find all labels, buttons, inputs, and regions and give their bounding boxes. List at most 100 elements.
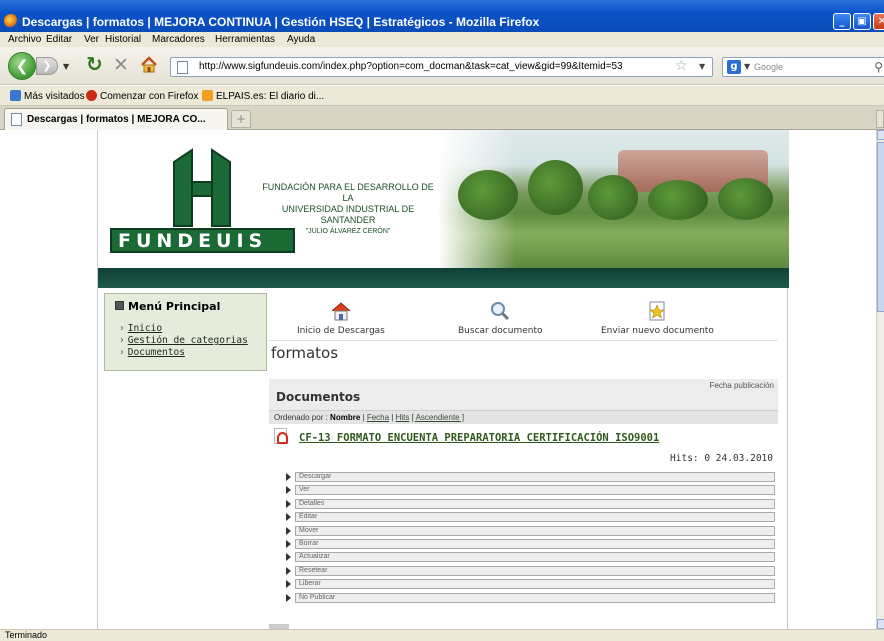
close-button[interactable]: ✕ — [873, 13, 884, 30]
reload-button[interactable]: ↻ — [86, 54, 103, 74]
sort-by-fecha[interactable]: Fecha — [367, 413, 389, 422]
foundation-line-3: "JULIO ÁLVAREZ CERÓN" — [305, 228, 391, 235]
quicklink-enviar-documento[interactable]: Enviar nuevo documento — [601, 300, 714, 336]
maximize-button[interactable]: ▣ — [853, 13, 871, 30]
sort-prefix: Ordenado por : — [274, 413, 328, 422]
history-dropdown-icon[interactable]: ▼ — [63, 62, 69, 71]
menu-item-inicio[interactable]: Inicio — [119, 323, 248, 335]
page-container: FUNDEUIS FUNDACIÓN PARA EL DESARROLLO DE… — [97, 130, 789, 629]
arrow-right-icon — [286, 473, 291, 481]
date-header: Fecha publicación — [709, 381, 774, 390]
page-icon — [11, 113, 22, 126]
action-no-publicar[interactable]: No Publicar — [286, 592, 778, 605]
action-label[interactable]: Descargar — [295, 472, 775, 482]
window-titlebar: Descargas | formatos | MEJORA CONTINUA |… — [0, 0, 884, 32]
search-placeholder[interactable]: Google — [754, 62, 783, 72]
action-detalles[interactable]: Detalles — [286, 498, 778, 511]
rss-feed-icon — [202, 90, 213, 101]
home-button[interactable] — [140, 56, 158, 74]
action-ver[interactable]: Ver — [286, 484, 778, 497]
status-text: Terminado — [5, 630, 48, 640]
document-hits: Hits: 0 24.03.2010 — [670, 453, 773, 464]
action-label[interactable]: Resetear — [295, 565, 775, 576]
url-text[interactable]: http://www.sigfundeuis.com/index.php?opt… — [199, 61, 623, 72]
menu-item-gestion-categorias[interactable]: Gestión de categorias — [119, 335, 248, 347]
action-editar[interactable]: Editar — [286, 511, 778, 524]
google-engine-icon[interactable]: g — [727, 60, 741, 74]
quicklink-label: Buscar documento — [458, 326, 543, 336]
quicklink-inicio-descargas[interactable]: Inicio de Descargas — [297, 300, 385, 336]
arrow-right-icon — [286, 499, 291, 508]
sort-order-toggle[interactable]: [ Ascendiente ] — [412, 413, 464, 422]
tab-descargas[interactable]: Descargas | formatos | MEJORA CO... — [4, 108, 228, 130]
url-dropdown-icon[interactable]: ▼ — [699, 62, 705, 71]
quicklink-label: Inicio de Descargas — [297, 326, 385, 336]
menu-historial[interactable]: Historial — [105, 34, 141, 45]
forward-button[interactable]: ❯ — [36, 57, 58, 75]
bookmark-elpais[interactable]: ELPAIS.es: El diario di... — [202, 90, 324, 102]
menu-marcadores[interactable]: Marcadores — [152, 34, 205, 45]
bookmark-star-icon[interactable]: ☆ — [675, 58, 688, 74]
menu-ver[interactable]: Ver — [84, 34, 99, 45]
document-link[interactable]: CF-13 FORMATO ENCUENTA PREPARATORIA CERT… — [299, 432, 659, 444]
action-label[interactable]: Ver — [295, 485, 775, 496]
search-bar[interactable]: g ▼ Google ⚲ — [722, 57, 884, 77]
logo-text: FUNDEUIS — [118, 230, 268, 252]
arrow-right-icon — [286, 539, 291, 548]
action-liberar[interactable]: Liberar — [286, 578, 778, 591]
minimize-button[interactable]: _ — [833, 13, 851, 30]
action-label[interactable]: Mover — [295, 525, 775, 536]
tree-shape — [718, 178, 773, 220]
sort-by-hits[interactable]: Hits — [396, 413, 410, 422]
bookmark-mas-visitados[interactable]: Más visitados — [10, 90, 85, 102]
search-icon[interactable]: ⚲ — [874, 60, 883, 74]
action-borrar[interactable]: Borrar — [286, 538, 778, 551]
menu-ayuda[interactable]: Ayuda — [287, 34, 315, 45]
action-descargar[interactable]: Descargar — [286, 471, 778, 484]
sort-bar: Ordenado por : Nombre | Fecha | Hits [ A… — [269, 410, 778, 424]
vertical-scrollbar[interactable] — [876, 130, 884, 629]
bookmarks-toolbar: Más visitados Comenzar con Firefox ELPAI… — [0, 86, 884, 106]
page-icon — [177, 61, 188, 74]
menu-herramientas[interactable]: Herramientas — [215, 34, 275, 45]
action-resetear[interactable]: Resetear — [286, 565, 778, 578]
window-title: Descargas | formatos | MEJORA CONTINUA |… — [22, 15, 540, 29]
menu-archivo[interactable]: Archivo — [8, 34, 41, 45]
home-icon — [331, 302, 351, 321]
scrollbar-thumb[interactable] — [877, 142, 884, 312]
status-bar: Terminado — [0, 629, 884, 641]
main-menu-title: Menú Principal — [115, 300, 220, 313]
engine-dropdown-icon[interactable]: ▼ — [744, 62, 750, 71]
back-button[interactable]: ❮ — [8, 52, 36, 80]
new-tab-button[interactable]: + — [231, 110, 251, 128]
action-label[interactable]: Actualizar — [295, 552, 775, 563]
menu-bar: Archivo Editar Ver Historial Marcadores … — [0, 32, 884, 47]
action-label[interactable]: Detalles — [295, 498, 775, 509]
tree-shape — [648, 180, 708, 220]
stop-button[interactable]: ✕ — [113, 55, 129, 75]
address-bar[interactable]: http://www.sigfundeuis.com/index.php?opt… — [170, 57, 713, 77]
tab-scroll-button[interactable] — [876, 110, 884, 128]
action-label[interactable]: Liberar — [295, 579, 775, 590]
action-mover[interactable]: Mover — [286, 525, 778, 538]
quicklink-label: Enviar nuevo documento — [601, 326, 714, 336]
arrow-right-icon — [286, 566, 291, 575]
sort-by-nombre: Nombre — [330, 413, 361, 422]
tree-shape — [588, 175, 638, 220]
action-label[interactable]: No Publicar — [295, 592, 775, 603]
arrow-right-icon — [286, 593, 291, 602]
scroll-up-button[interactable] — [877, 130, 884, 140]
action-actualizar[interactable]: Actualizar — [286, 551, 778, 564]
action-label[interactable]: Borrar — [295, 538, 775, 549]
tree-shape — [528, 160, 583, 215]
foundation-line-2: UNIVERSIDAD INDUSTRIAL DE SANTANDER — [281, 204, 415, 225]
menu-editar[interactable]: Editar — [46, 34, 72, 45]
action-label[interactable]: Editar — [295, 512, 775, 523]
navigation-toolbar: ❮ ❯ ▼ ↻ ✕ http://www.sigfundeuis.com/ind… — [0, 47, 884, 85]
main-menu-title-text: Menú Principal — [128, 300, 221, 313]
scroll-down-button[interactable] — [877, 619, 884, 629]
quicklink-buscar-documento[interactable]: Buscar documento — [458, 300, 543, 336]
bookmark-comenzar-firefox[interactable]: Comenzar con Firefox — [86, 90, 198, 102]
firefox-icon — [4, 14, 18, 28]
menu-item-documentos[interactable]: Documentos — [119, 347, 248, 359]
